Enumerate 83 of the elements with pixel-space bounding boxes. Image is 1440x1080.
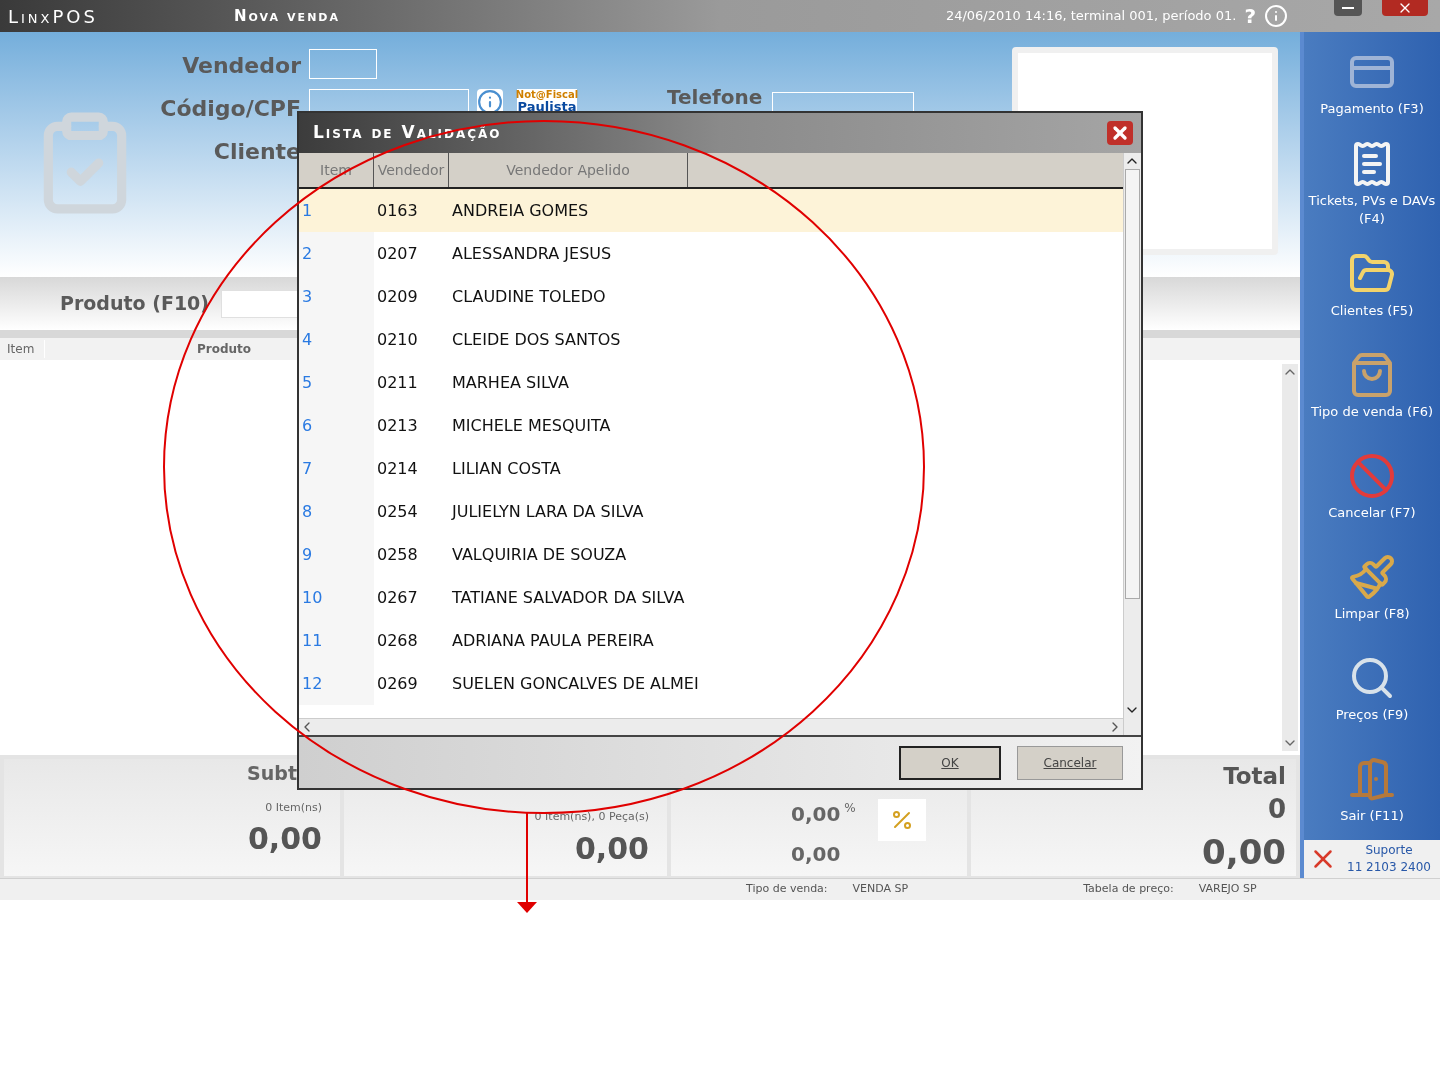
subtotal-label: Subt — [246, 761, 298, 786]
item-number: 7 — [299, 447, 374, 490]
item-number: 1 — [301, 199, 314, 222]
sidebar-button[interactable]: Sair (F11) — [1304, 739, 1440, 841]
sidebar-button[interactable]: Pagamento (F3) — [1304, 32, 1440, 134]
close-button[interactable] — [1382, 0, 1428, 16]
sidebar-button[interactable]: Limpar (F8) — [1304, 537, 1440, 639]
seller-name: MARHEA SILVA — [451, 371, 569, 394]
seller-name: CLEIDE DOS SANTOS — [451, 328, 621, 351]
vertical-scrollbar[interactable] — [1123, 153, 1141, 735]
session-info: 24/06/2010 14:16, terminal 001, período 01. — [945, 7, 1237, 26]
field-label: Cliente — [213, 138, 301, 166]
seller-name: VALQUIRIA DE SOUZA — [451, 543, 627, 566]
sidebar-button[interactable]: Clientes (F5) — [1304, 234, 1440, 336]
app-logo: LinxPOS — [8, 4, 99, 29]
seller-code: 0211 — [376, 371, 419, 394]
item-count: 0 Item(ns) — [265, 799, 322, 816]
dialog-button[interactable]: OK — [899, 745, 1001, 780]
seller-code: 0213 — [376, 414, 419, 437]
scrollbar-thumb[interactable] — [1125, 169, 1140, 599]
item-number: 10 — [299, 576, 374, 619]
column-header: Item — [0, 340, 45, 358]
sidebar-button[interactable]: Preços (F9) — [1304, 638, 1440, 740]
sidebar-button[interactable]: Cancelar (F7) — [1304, 436, 1440, 538]
dialog-button[interactable]: Cancelar — [1017, 745, 1123, 780]
seller-code: 0267 — [376, 586, 419, 609]
seller-code: 0163 — [376, 199, 419, 222]
discount-percent: 0,00 — [791, 801, 841, 828]
item-number: 6 — [299, 404, 374, 447]
total-value: 0,00 — [1202, 830, 1286, 874]
seller-code: 0268 — [376, 629, 419, 652]
status-label: Tabela de preço: — [1083, 881, 1174, 898]
item-number: 4 — [299, 318, 374, 361]
support-label: Suporte — [1365, 842, 1413, 860]
subtotal-value: 0,00 — [247, 820, 322, 858]
phone-label: Telefone — [667, 84, 763, 111]
total-label: Total — [1223, 762, 1286, 791]
seller-code: 0210 — [376, 328, 419, 351]
seller-name: TATIANE SALVADOR DA SILVA — [451, 586, 685, 609]
product-label: Produto (F10) — [60, 291, 209, 317]
item-number: 5 — [299, 361, 374, 404]
screen-title: Nova venda — [234, 5, 340, 27]
seller-name: ADRIANA PAULA PEREIRA — [451, 629, 654, 652]
seller-code: 0214 — [376, 457, 419, 480]
seller-field[interactable] — [309, 49, 377, 79]
sidebar-button[interactable]: Tipo de venda (F6) — [1304, 335, 1440, 437]
seller-code: 0209 — [376, 285, 419, 308]
seller-name: JULIELYN LARA DA SILVA — [450, 500, 644, 523]
discount-value: 0,00 — [791, 841, 842, 868]
status-label: Tipo de venda: — [746, 881, 828, 898]
seller-code: 0207 — [376, 242, 419, 265]
minimize-icon — [1342, 7, 1354, 9]
seller-code: 0258 — [376, 543, 419, 566]
brush-icon — [1348, 552, 1396, 601]
item-number: 3 — [299, 275, 374, 318]
field-label: Vendedor — [182, 52, 301, 80]
item-number: 12 — [299, 662, 374, 705]
prohibited-icon — [1348, 451, 1396, 500]
item-number: 8 — [299, 490, 374, 533]
item-number: 11 — [299, 619, 374, 662]
seller-name: SUELEN GONCALVES DE ALMEI — [451, 672, 699, 695]
item-number: 9 — [299, 533, 374, 576]
items-value: 0,00 — [574, 829, 649, 868]
close-button[interactable] — [1107, 121, 1133, 145]
status-value: VAREJO SP — [1198, 881, 1257, 898]
seller-name: CLAUDINE TOLEDO — [451, 285, 606, 308]
seller-row[interactable]: 1 0163 ANDREIA GOMES — [299, 189, 1123, 232]
total-count: 0 — [1267, 793, 1286, 824]
percent-sign: % — [844, 800, 856, 817]
close-icon — [1110, 123, 1130, 143]
seller-name: ALESSANDRA JESUS — [451, 242, 612, 265]
status-value: VENDA SP — [852, 881, 909, 898]
seller-name: ANDREIA GOMES — [451, 199, 589, 222]
seller-name: LILIAN COSTA — [451, 457, 561, 480]
support-phone: 11 2103 2400 — [1347, 859, 1431, 877]
sidebar-button[interactable]: Tickets, PVs e DAVs (F4) — [1304, 133, 1440, 235]
item-number: 2 — [299, 232, 374, 275]
minimize-button[interactable] — [1334, 0, 1362, 16]
seller-name: MICHELE MESQUITA — [451, 414, 611, 437]
column-header: Produto — [197, 341, 252, 358]
field-label: Código/CPF — [160, 95, 301, 123]
seller-code: 0269 — [376, 672, 419, 695]
seller-code: 0254 — [376, 500, 419, 523]
